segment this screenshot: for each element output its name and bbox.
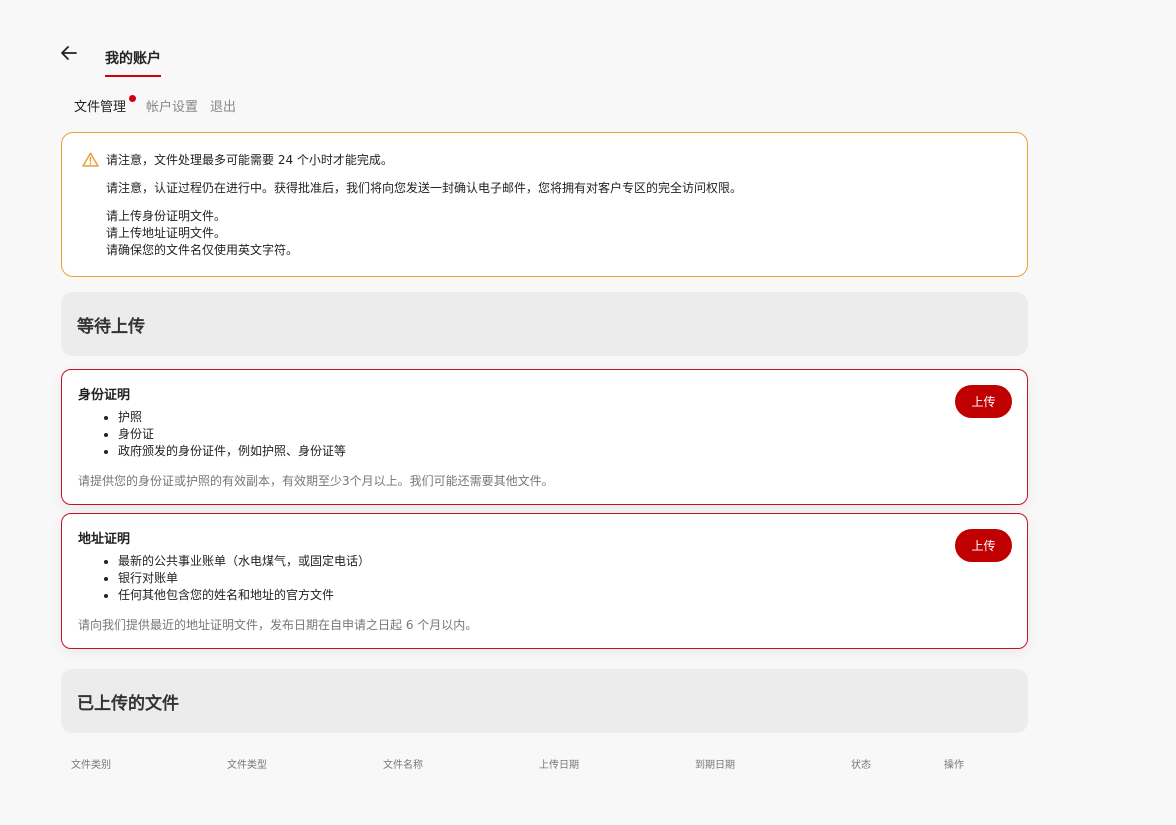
list-item: 最新的公共事业账单（水电煤气，或固定电话） [118,553,1011,570]
column-header-expiry-date: 到期日期 [695,760,735,771]
notice-line-filename: 请确保您的文件名仅使用英文字符。 [106,243,299,257]
list-item: 政府颁发的身份证件，例如护照、身份证等 [118,443,1011,460]
page-header: 我的账户 [60,44,161,77]
uploaded-files-table-header: 文件类别 文件类型 文件名称 上传日期 到期日期 状态 操作 [0,756,1176,771]
tab-file-management-label: 文件管理 [74,100,127,115]
uploaded-section-heading: 已上传的文件 [61,669,1028,733]
notice-line-identity: 请上传身份证明文件。 [106,209,227,223]
notice-line-processing: 请注意，文件处理最多可能需要 24 个小时才能完成。 [106,153,393,167]
notice-box: 请注意，文件处理最多可能需要 24 个小时才能完成。 请注意，认证过程仍在进行中… [61,132,1028,277]
arrow-left-icon [61,46,77,60]
upload-address-button[interactable]: 上传 [955,529,1012,562]
column-header-type: 文件类型 [227,760,267,771]
list-item: 银行对账单 [118,570,1011,587]
identity-proof-list: 护照 身份证 政府颁发的身份证件，例如护照、身份证等 [78,409,1011,460]
sub-navigation: 文件管理 帐户设置 退出 [74,95,248,115]
column-header-status: 状态 [851,760,871,771]
tab-account-settings[interactable]: 帐户设置 [146,96,198,115]
list-item: 任何其他包含您的姓名和地址的官方文件 [118,587,1011,604]
list-item: 护照 [118,409,1011,426]
identity-proof-description: 请提供您的身份证或护照的有效副本，有效期至少3个月以上。我们可能还需要其他文件。 [78,474,554,488]
page-title: 我的账户 [105,48,161,77]
address-proof-list: 最新的公共事业账单（水电煤气，或固定电话） 银行对账单 任何其他包含您的姓名和地… [78,553,1011,604]
logout-link[interactable]: 退出 [210,96,236,115]
column-header-category: 文件类别 [71,760,111,771]
notification-dot [129,95,137,102]
address-proof-card: 地址证明 最新的公共事业账单（水电煤气，或固定电话） 银行对账单 任何其他包含您… [61,513,1028,649]
notice-line-verification: 请注意，认证过程仍在进行中。获得批准后，我们将向您发送一封确认电子邮件，您将拥有… [106,181,743,195]
address-proof-title: 地址证明 [78,532,131,547]
column-header-actions: 操作 [944,760,964,771]
identity-proof-card: 身份证明 护照 身份证 政府颁发的身份证件，例如护照、身份证等 请提供您的身份证… [61,369,1028,505]
tab-file-management[interactable]: 文件管理 [74,95,137,115]
notice-line-address: 请上传地址证明文件。 [106,226,227,240]
identity-proof-title: 身份证明 [78,388,131,403]
back-button[interactable] [60,44,78,62]
pending-section-heading: 等待上传 [61,292,1028,356]
list-item: 身份证 [118,426,1011,443]
column-header-upload-date: 上传日期 [539,760,579,771]
warning-triangle-icon [82,152,99,167]
upload-identity-button[interactable]: 上传 [955,385,1012,418]
address-proof-description: 请向我们提供最近的地址证明文件，发布日期在自申请之日起 6 个月以内。 [78,618,478,632]
column-header-name: 文件名称 [383,760,423,771]
